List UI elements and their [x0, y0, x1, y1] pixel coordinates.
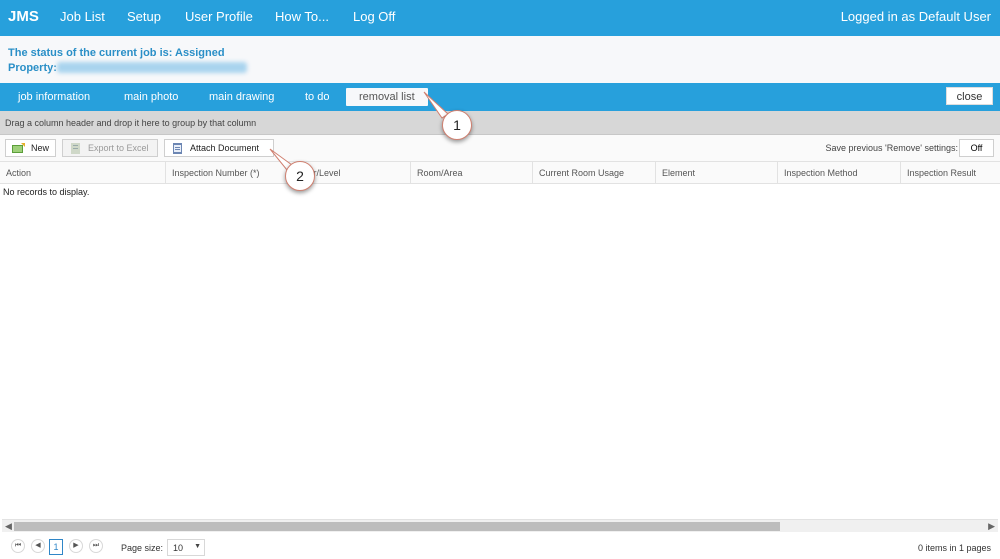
callout-1: 1 — [442, 110, 472, 140]
callout-2: 2 — [285, 161, 315, 191]
callout-pointers — [269, 91, 449, 171]
